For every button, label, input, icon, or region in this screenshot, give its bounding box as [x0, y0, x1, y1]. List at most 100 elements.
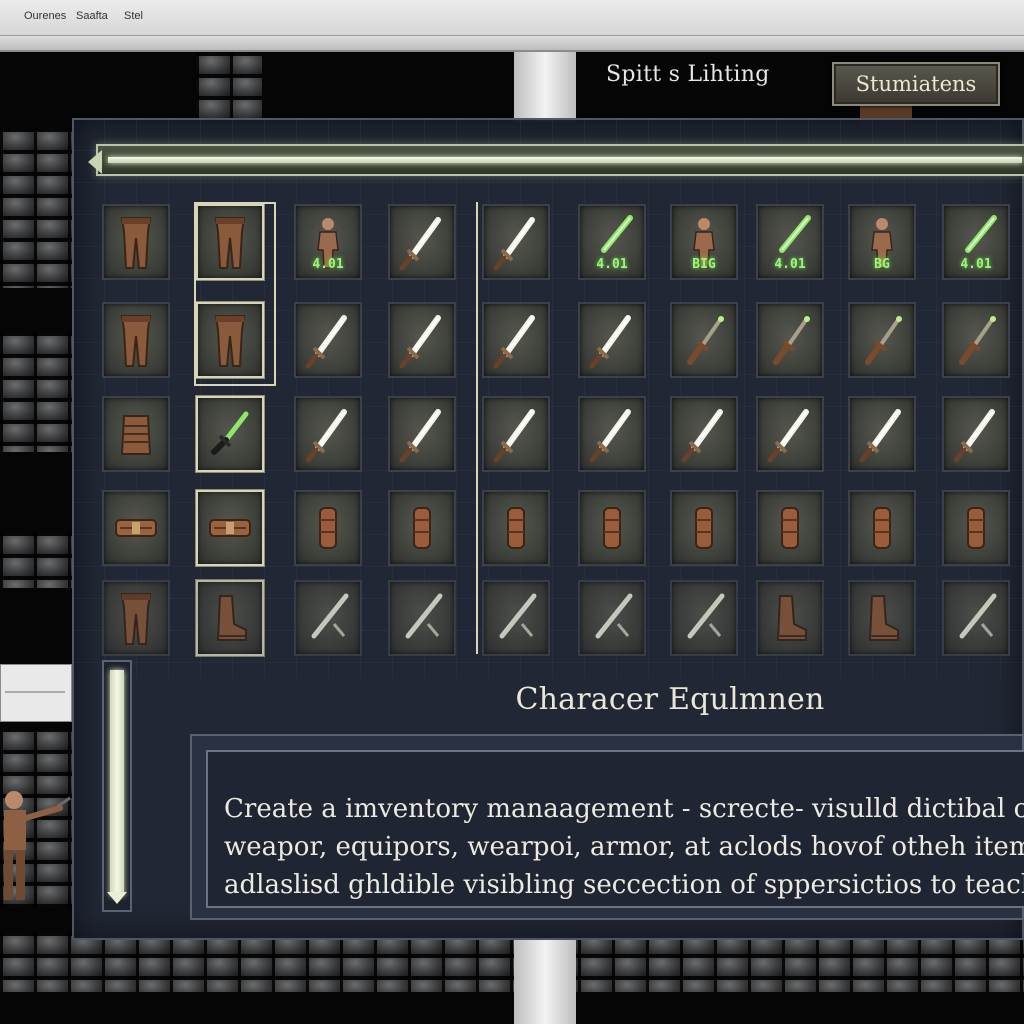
inventory-slot[interactable] — [388, 204, 456, 280]
menu-item-0[interactable]: Ourenes — [24, 10, 66, 22]
inventory-slot[interactable] — [482, 580, 550, 656]
side-panel — [0, 664, 72, 722]
menu-item-2[interactable]: Stel — [124, 10, 143, 22]
staff-icon — [959, 593, 997, 639]
glowing-sword-icon — [953, 409, 995, 463]
inventory-slot[interactable] — [196, 396, 264, 472]
inventory-slot[interactable] — [942, 490, 1010, 566]
inventory-slot[interactable] — [388, 302, 456, 378]
inventory-slot[interactable] — [756, 490, 824, 566]
bracer-icon — [413, 507, 431, 549]
item-level-badge: 4.01 — [312, 257, 344, 272]
inventory-slot[interactable] — [196, 580, 264, 656]
boots-icon — [216, 595, 247, 641]
staff-icon — [595, 593, 633, 639]
inventory-slot[interactable]: 4.01 — [756, 204, 824, 280]
inventory-slot[interactable] — [848, 396, 916, 472]
inventory-slot[interactable] — [294, 302, 362, 378]
inventory-slot[interactable] — [482, 302, 550, 378]
inventory-slot[interactable] — [942, 580, 1010, 656]
inventory-slot[interactable] — [578, 490, 646, 566]
leather-leggings-icon — [214, 217, 246, 269]
inventory-slot[interactable] — [578, 396, 646, 472]
inventory-slot[interactable] — [294, 490, 362, 566]
inventory-slot[interactable] — [102, 302, 170, 378]
inventory-slot[interactable]: BIG — [670, 204, 738, 280]
glowing-sword-icon — [399, 315, 441, 369]
inventory-slot[interactable] — [756, 302, 824, 378]
inventory-slot[interactable] — [756, 580, 824, 656]
inventory-slot[interactable] — [670, 490, 738, 566]
stone-wall — [196, 52, 262, 120]
scroll-down-arrow-icon[interactable] — [107, 892, 127, 904]
inventory-slot[interactable] — [102, 204, 170, 280]
stone-wall — [0, 128, 72, 288]
stone-floor — [0, 932, 1024, 992]
glowing-sword-icon — [493, 409, 535, 463]
bracer-icon — [967, 507, 985, 549]
boots-icon — [868, 595, 899, 641]
glowing-sword-icon — [305, 409, 347, 463]
inventory-slot[interactable] — [294, 396, 362, 472]
inventory-slot[interactable] — [482, 396, 550, 472]
inventory-slot[interactable] — [388, 580, 456, 656]
inventory-slot[interactable] — [848, 580, 916, 656]
stone-wall — [0, 532, 72, 588]
section-title: Characer Equlmnen — [515, 682, 825, 717]
inventory-top-bar[interactable] — [88, 144, 1024, 176]
bracer-icon — [603, 507, 621, 549]
statistics-button[interactable]: Stumiatens — [832, 62, 1000, 106]
description-box: Create a imventory manaagement - screcte… — [206, 750, 1024, 908]
staff-icon — [405, 593, 443, 639]
bracer-icon — [507, 507, 525, 549]
leather-leggings-icon — [120, 315, 152, 367]
description-line: Create a imventory manaagement - screcte… — [224, 794, 1024, 824]
dagger-icon — [959, 316, 996, 365]
window-titlebar: Ourenes Saafta Stel — [0, 0, 1024, 36]
inventory-slot[interactable] — [294, 580, 362, 656]
inventory-slot[interactable] — [848, 490, 916, 566]
item-level-badge: 4.01 — [960, 257, 992, 272]
green-dagger-icon — [211, 411, 249, 455]
bracer-icon — [781, 507, 799, 549]
inventory-slot[interactable] — [578, 580, 646, 656]
character-sprite-icon — [4, 791, 71, 900]
description-line: weapor, equipors, wearpoi, armor, at acl… — [224, 832, 1024, 862]
glowing-sword-icon — [859, 409, 901, 463]
column-divider — [476, 202, 478, 654]
inventory-slot[interactable]: 4.01 — [578, 204, 646, 280]
inventory-slot[interactable] — [388, 490, 456, 566]
item-level-badge: BIG — [692, 257, 716, 272]
inventory-slot[interactable] — [102, 490, 170, 566]
item-level-badge: 4.01 — [774, 257, 806, 272]
inventory-slot[interactable]: 4.01 — [294, 204, 362, 280]
inventory-slot[interactable] — [942, 396, 1010, 472]
inventory-slot[interactable] — [196, 302, 264, 378]
scroll-thumb[interactable] — [110, 670, 124, 896]
inventory-slot[interactable] — [848, 302, 916, 378]
pillar — [514, 52, 576, 122]
inventory-slot[interactable] — [482, 204, 550, 280]
inventory-slot[interactable] — [102, 580, 170, 656]
inventory-slot[interactable] — [942, 302, 1010, 378]
inventory-slot[interactable] — [756, 396, 824, 472]
inventory-slot[interactable] — [388, 396, 456, 472]
inventory-slot[interactable] — [670, 580, 738, 656]
inventory-slot[interactable] — [102, 396, 170, 472]
stone-wall — [0, 332, 72, 452]
inventory-slot[interactable]: 4.01 — [942, 204, 1010, 280]
inventory-slot[interactable] — [196, 490, 264, 566]
inventory-slot[interactable] — [196, 204, 264, 280]
chest-armor-icon — [120, 415, 152, 455]
inventory-slot[interactable] — [578, 302, 646, 378]
belt-icon — [115, 519, 157, 537]
inventory-slot[interactable]: BG — [848, 204, 916, 280]
dagger-icon — [865, 316, 902, 365]
vertical-scrollbar[interactable] — [102, 660, 132, 912]
item-level-badge: 4.01 — [596, 257, 628, 272]
glowing-sword-icon — [399, 217, 441, 271]
inventory-slot[interactable] — [482, 490, 550, 566]
menu-item-1[interactable]: Saafta — [76, 10, 108, 22]
inventory-slot[interactable] — [670, 396, 738, 472]
inventory-slot[interactable] — [670, 302, 738, 378]
